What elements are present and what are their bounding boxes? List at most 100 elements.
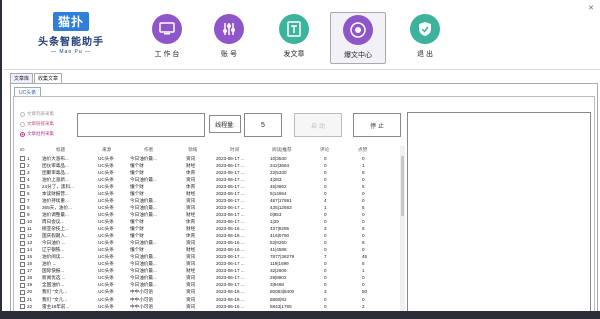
close-icon[interactable]: ✕ (588, 4, 594, 12)
nav-publish-button[interactable]: 发文章 (266, 14, 322, 59)
cell-read-recommend: 41|4588 (270, 247, 287, 253)
cell-time: 2023-06-17 ... (216, 268, 245, 274)
cell-id: 6 (27, 190, 30, 196)
cell-comments: 3 (324, 289, 327, 295)
cell-comments: 0 (324, 183, 327, 189)
cell-id: 14 (27, 247, 33, 253)
link-input[interactable] (77, 113, 205, 137)
cell-comments: 1 (324, 204, 327, 210)
cell-time: 2023-06-17 ... (216, 275, 245, 281)
radio-link-collect[interactable]: 文章链接采集 (20, 121, 54, 127)
column-header: 作者 (144, 147, 154, 152)
radio-list-collect[interactable]: 文章列表采集 (20, 111, 54, 117)
cell-likes: 0 (362, 190, 365, 196)
logo-mark: 猫扑 (52, 12, 89, 31)
radio-indicator (20, 121, 25, 127)
row-checkbox[interactable] (20, 233, 25, 239)
cell-comments: 0 (324, 247, 327, 253)
row-checkbox[interactable] (20, 261, 25, 267)
row-checkbox[interactable] (20, 268, 25, 274)
cell-comments: 0 (324, 190, 327, 196)
cell-likes: 2 (362, 303, 365, 309)
nav-hot-articles-button[interactable]: 爆文中心 (330, 12, 386, 64)
cell-comments: 0 (324, 303, 327, 309)
cell-id: 15 (27, 254, 33, 260)
log-output-box[interactable] (407, 112, 591, 317)
cell-comments: 7 (324, 254, 327, 260)
row-checkbox[interactable] (20, 282, 25, 288)
tab-article-library[interactable]: 文章库 (10, 73, 34, 83)
column-header: 评论 (320, 147, 330, 152)
tab-collect-articles[interactable]: 收集文章 (34, 73, 63, 83)
nav-workbench-button[interactable]: 工 作 台 (139, 14, 195, 59)
row-checkbox[interactable] (20, 275, 25, 281)
cell-time: 2023-06-17 ... (216, 190, 245, 196)
cell-read-recommend: 52|8250 (270, 240, 287, 246)
table-scrollbar[interactable] (400, 146, 405, 317)
row-checkbox[interactable] (20, 212, 25, 218)
row-checkbox[interactable] (20, 205, 25, 211)
radio-batch-collect[interactable]: 文章批判采集 (20, 131, 54, 137)
cell-id: 1 (27, 155, 30, 161)
row-checkbox[interactable] (20, 247, 25, 253)
row-checkbox[interactable] (20, 184, 25, 190)
row-checkbox[interactable] (20, 219, 25, 225)
cell-read-recommend: 5|14664 (270, 190, 287, 196)
cell-time: 2023-06-17 ... (216, 162, 245, 168)
radio-label: 文章链接采集 (27, 121, 54, 126)
cell-likes: 6 (362, 226, 365, 231)
cell-read-recommend: 1|29 (270, 218, 279, 224)
cell-id: 5 (27, 183, 30, 189)
row-checkbox[interactable] (20, 226, 25, 232)
row-checkbox[interactable] (20, 289, 25, 295)
cell-read-recommend: 5860|82 (270, 296, 287, 302)
cell-likes: 1 (362, 162, 365, 168)
cell-id: 12 (27, 233, 33, 239)
cell-id: 19 (27, 282, 33, 288)
cell-time: 2023-06-16 ... (216, 240, 245, 246)
row-checkbox[interactable] (20, 304, 25, 310)
row-checkbox[interactable] (20, 170, 25, 176)
row-checkbox[interactable] (20, 191, 25, 197)
nav-exit-button[interactable]: 退 出 (397, 14, 453, 59)
row-checkbox[interactable] (20, 297, 25, 302)
row-checkbox[interactable] (20, 254, 25, 260)
cell-read-recommend: 80063|8400 (270, 289, 295, 295)
start-button[interactable]: 启 动 (294, 113, 342, 137)
cell-time: 2023-06-16 ... (216, 289, 245, 295)
cell-time: 2023-06-16 ... (216, 247, 245, 253)
cell-comments: 0 (324, 162, 327, 168)
row-checkbox[interactable] (20, 198, 25, 204)
cell-comments: 0 (324, 233, 327, 239)
app-logo: 猫扑 头条智能助手 — Mao Pu — (26, 12, 116, 62)
cell-read-recommend: 5843|1765 (270, 303, 292, 309)
cell-id: 18 (27, 275, 33, 281)
nav-account-button[interactable]: 账 号 (201, 14, 257, 59)
cell-likes: 0 (362, 218, 365, 224)
cell-likes: 0 (362, 296, 365, 302)
cell-id: 22 (27, 303, 33, 309)
row-checkbox[interactable] (20, 156, 25, 161)
scrollbar-thumb[interactable] (401, 156, 404, 216)
cell-id: 8 (27, 204, 30, 210)
cell-read-recommend: 487|17891 (270, 197, 292, 203)
cell-comments: 0 (324, 282, 327, 288)
cell-likes: 0 (362, 155, 365, 161)
thread-count-input[interactable]: 5 (244, 113, 282, 137)
cell-likes: 5 (362, 204, 365, 210)
stop-button[interactable]: 停 止 (353, 113, 401, 137)
cell-id: 10 (27, 218, 33, 224)
cell-time: 2023-06-17 ... (216, 204, 245, 210)
radio-indicator (20, 131, 25, 137)
cell-comments: 4 (324, 197, 327, 203)
cell-comments: 0 (324, 218, 327, 224)
cell-likes: 0 (362, 233, 365, 239)
row-checkbox[interactable] (20, 163, 25, 169)
cell-read-recommend: 10|3530 (270, 155, 287, 161)
cell-likes: 1 (362, 268, 365, 274)
cell-likes: 0 (362, 176, 365, 182)
cell-likes: 0 (362, 275, 365, 281)
row-checkbox[interactable] (20, 240, 25, 246)
cell-read-recommend: 435|12683 (270, 204, 292, 210)
row-checkbox[interactable] (20, 177, 25, 183)
